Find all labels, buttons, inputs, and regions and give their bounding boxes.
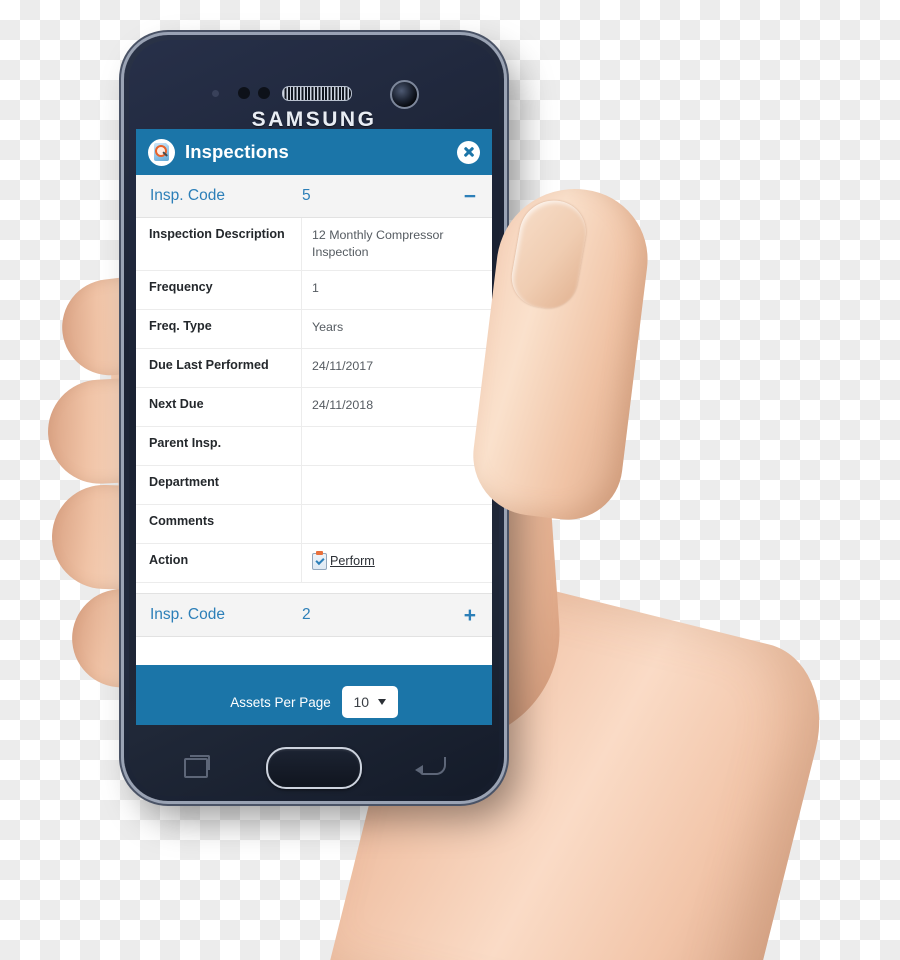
expand-toggle-icon[interactable]: + bbox=[464, 605, 478, 626]
row-label: Department bbox=[136, 465, 302, 505]
iris-sensor-icon bbox=[258, 87, 270, 99]
row-label: Action bbox=[136, 543, 302, 583]
clipboard-check-icon bbox=[312, 551, 327, 571]
proximity-sensor-icon bbox=[238, 87, 250, 99]
accordion-value: 2 bbox=[302, 606, 311, 624]
table-row: Comments bbox=[136, 504, 493, 544]
table-row: Inspection Description 12 Monthly Compre… bbox=[136, 218, 492, 271]
row-value bbox=[302, 505, 493, 544]
close-icon[interactable] bbox=[457, 140, 480, 164]
phone-screen: Inspections Insp. Code 5 − Inspection De… bbox=[136, 129, 492, 725]
row-value: 1 bbox=[312, 281, 319, 296]
page-title: Inspections bbox=[185, 141, 289, 162]
table-row: Freq. Type Years bbox=[136, 309, 492, 349]
table-row: Due Last Performed 24/11/2017 bbox=[136, 348, 492, 388]
pagination-footer: Assets Per Page 10 bbox=[136, 665, 492, 725]
row-label: Comments bbox=[136, 504, 302, 544]
table-row: Frequency 1 bbox=[136, 270, 492, 310]
inspection-detail-table: Inspection Description 12 Monthly Compre… bbox=[136, 218, 492, 583]
row-value bbox=[302, 466, 493, 505]
row-label: Inspection Description bbox=[136, 218, 302, 271]
app-header: Inspections bbox=[136, 129, 492, 175]
perform-link[interactable]: Perform bbox=[330, 553, 375, 570]
row-label: Freq. Type bbox=[136, 309, 302, 349]
assets-per-page-select[interactable]: 10 bbox=[341, 686, 398, 719]
screenshot-canvas: SAMSUNG Inspections Insp. Code 5 − Inspe… bbox=[0, 0, 900, 960]
front-camera-icon bbox=[390, 80, 419, 109]
accordion-header-group-2[interactable]: Insp. Code 2 + bbox=[136, 594, 492, 638]
accordion-value: 5 bbox=[302, 187, 311, 204]
row-value: 24/11/2017 bbox=[312, 359, 374, 374]
light-sensor-icon bbox=[212, 90, 219, 97]
table-row-action: Action Perform bbox=[136, 543, 492, 583]
chevron-down-icon bbox=[378, 699, 387, 706]
accordion-label: Insp. Code bbox=[150, 187, 225, 204]
table-row: Next Due 24/11/2018 bbox=[136, 387, 492, 427]
recents-key-icon[interactable] bbox=[184, 755, 210, 778]
collapse-toggle-icon[interactable]: − bbox=[464, 186, 478, 207]
home-button[interactable] bbox=[266, 747, 362, 789]
earpiece-speaker-icon bbox=[282, 86, 352, 101]
row-value: 12 Monthly Compressor Inspection bbox=[312, 228, 444, 260]
row-value: 24/11/2018 bbox=[312, 398, 374, 413]
accordion-panel-group-1: Inspection Description 12 Monthly Compre… bbox=[136, 218, 492, 595]
back-key-icon[interactable] bbox=[415, 757, 446, 775]
inspection-document-search-icon bbox=[148, 138, 175, 166]
accordion-label: Insp. Code bbox=[150, 606, 225, 624]
assets-per-page-value: 10 bbox=[353, 694, 370, 711]
accordion-header-group-1[interactable]: Insp. Code 5 − bbox=[136, 175, 492, 218]
panel-bottom-spacer bbox=[136, 583, 492, 594]
row-label: Due Last Performed bbox=[136, 348, 302, 388]
row-value: Years bbox=[312, 320, 344, 335]
list-bottom-spacer bbox=[136, 637, 492, 666]
row-label: Parent Insp. bbox=[136, 426, 302, 466]
table-row: Parent Insp. bbox=[136, 426, 493, 466]
table-row: Department bbox=[136, 465, 493, 505]
samsung-phone: SAMSUNG Inspections Insp. Code 5 − Inspe… bbox=[124, 35, 504, 801]
assets-per-page-label: Assets Per Page bbox=[230, 694, 331, 710]
row-value bbox=[302, 427, 493, 466]
row-label: Next Due bbox=[136, 387, 302, 427]
row-label: Frequency bbox=[136, 270, 302, 310]
